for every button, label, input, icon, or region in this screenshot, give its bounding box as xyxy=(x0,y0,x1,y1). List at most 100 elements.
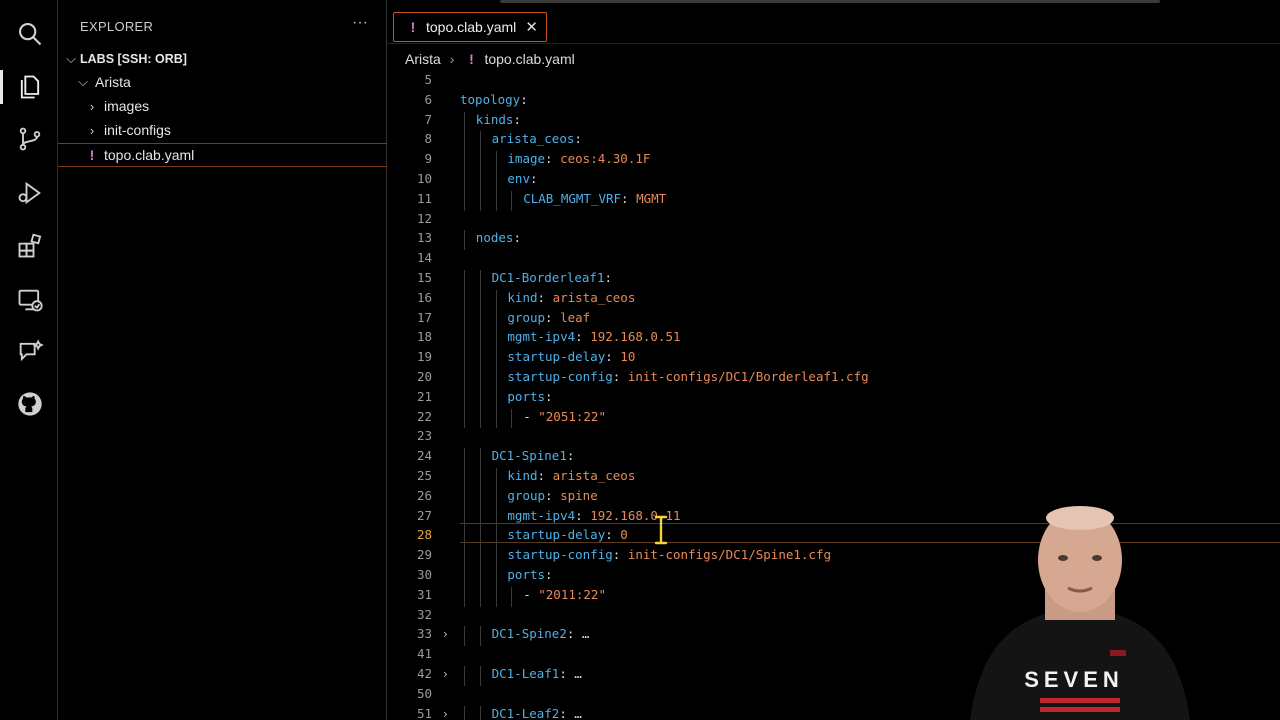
breadcrumb-folder[interactable]: Arista xyxy=(405,51,441,67)
code-line: kinds: xyxy=(476,112,521,127)
chevron-down-icon: ⌵ xyxy=(66,51,76,66)
yaml-key: kind xyxy=(507,468,538,483)
indent-guide xyxy=(464,408,465,429)
search-icon[interactable] xyxy=(13,17,47,51)
indent-guide xyxy=(479,309,481,330)
indent-guide xyxy=(464,270,465,290)
indent-guide xyxy=(464,309,465,330)
indent-guide xyxy=(479,349,481,369)
line-number: 29 xyxy=(416,547,432,563)
indent-guide xyxy=(479,408,481,429)
yaml-file-icon: ! xyxy=(89,147,95,163)
tab-topo-clab-yaml[interactable]: ! topo.clab.yaml ✕ xyxy=(393,12,547,42)
folder-label: init-configs xyxy=(104,122,171,138)
breadcrumb-file[interactable]: topo.clab.yaml xyxy=(484,51,574,67)
yaml-punct: : xyxy=(545,567,553,582)
indent-guide xyxy=(479,487,481,508)
line-number: 30 xyxy=(416,567,432,582)
remote-explorer-icon[interactable] xyxy=(13,283,47,317)
indent-guide xyxy=(464,349,465,369)
yaml-key: DC1-Borderleaf1 xyxy=(491,270,605,285)
yaml-value: init-configs/DC1/Spine1.cfg xyxy=(627,547,832,563)
line-number: 15 xyxy=(416,270,432,285)
code-line: DC1-Leaf2: … xyxy=(492,706,582,720)
indent-guide xyxy=(479,151,481,171)
explorer-title: EXPLORER xyxy=(80,19,154,34)
run-debug-icon[interactable] xyxy=(13,176,47,210)
line-number: 31 xyxy=(416,586,432,602)
indent-guide xyxy=(495,388,497,409)
folder-init-configs[interactable]: › init-configs xyxy=(58,118,387,142)
yaml-punct: : xyxy=(545,388,553,404)
line-number: 11 xyxy=(416,190,432,206)
indent-guide xyxy=(495,329,497,350)
file-topo-clab-yaml[interactable]: ! topo.clab.yaml xyxy=(58,143,387,167)
yaml-punct: : xyxy=(612,547,628,563)
yaml-value: 0 xyxy=(620,527,628,543)
folder-images[interactable]: › images xyxy=(58,94,387,118)
line-number: 6 xyxy=(424,91,432,107)
chat-sparkle-icon[interactable] xyxy=(13,335,47,369)
yaml-key: group xyxy=(507,309,546,325)
breadcrumb-separator: › xyxy=(449,51,455,67)
code-line: nodes: xyxy=(476,230,521,245)
indent-guide xyxy=(479,388,481,409)
yaml-punct: : xyxy=(575,507,591,523)
code-line: group: spine xyxy=(507,488,597,503)
line-number: 14 xyxy=(416,250,432,266)
line-number: 33 xyxy=(416,626,432,642)
indent-guide xyxy=(511,190,513,211)
line-number: 42 xyxy=(416,666,432,681)
yaml-key: startup-delay xyxy=(507,349,606,365)
indent-guide xyxy=(464,329,465,350)
text-cursor-icon xyxy=(654,515,668,545)
folder-arista[interactable]: ⌵ Arista xyxy=(58,70,387,94)
line-number: 16 xyxy=(416,289,432,305)
yaml-punct: : xyxy=(529,171,538,186)
fold-chevron-icon[interactable]: › xyxy=(443,707,448,720)
yaml-punct: : xyxy=(545,309,561,325)
indent-guide xyxy=(464,230,465,251)
chevron-right-icon: › xyxy=(89,98,95,114)
indent-guide xyxy=(511,586,513,607)
yaml-punct: : xyxy=(621,190,637,206)
line-number: 7 xyxy=(424,111,432,127)
shirt-text: SEVEN xyxy=(1024,667,1124,692)
breadcrumb: Arista › ! topo.clab.yaml xyxy=(387,46,1280,72)
indent-guide xyxy=(479,448,481,468)
yaml-punct: : xyxy=(545,151,561,167)
fold-chevron-icon[interactable]: › xyxy=(443,667,448,681)
more-actions-icon[interactable]: ··· xyxy=(352,14,368,32)
code-line: group: leaf xyxy=(507,310,590,325)
indent-guide xyxy=(495,349,497,369)
yaml-value: "2051:22" xyxy=(538,408,606,424)
indent-guide xyxy=(464,111,465,132)
code-line: DC1-Spine2: … xyxy=(492,626,590,641)
indent-guide xyxy=(464,527,465,548)
yaml-key: env xyxy=(507,171,530,186)
line-number: 21 xyxy=(416,388,432,404)
source-control-icon[interactable] xyxy=(13,122,47,156)
yaml-punct: : xyxy=(604,270,613,285)
yaml-key: kind xyxy=(507,289,538,305)
fold-chevron-icon[interactable]: › xyxy=(443,627,448,641)
folded-ellipsis[interactable]: … xyxy=(574,626,590,641)
folded-ellipsis[interactable]: … xyxy=(567,666,582,681)
indent-guide xyxy=(464,705,465,720)
indent-guide xyxy=(479,666,481,686)
yaml-value: "2011:22" xyxy=(538,586,606,602)
yaml-dash: - xyxy=(523,586,539,602)
indent-guide xyxy=(464,171,465,191)
workspace-root[interactable]: ⌵ LABS [SSH: ORB] xyxy=(58,47,387,71)
folded-ellipsis[interactable]: … xyxy=(567,706,582,720)
yaml-value: ceos:4.30.1F xyxy=(560,151,651,167)
indent-guide xyxy=(479,527,481,548)
code-line: DC1-Leaf1: … xyxy=(492,666,582,681)
code-line: topology: xyxy=(460,92,528,107)
close-icon[interactable]: ✕ xyxy=(525,18,538,36)
extensions-icon[interactable] xyxy=(13,229,47,263)
chevron-down-icon: ⌵ xyxy=(78,74,88,89)
line-number: 9 xyxy=(424,151,432,167)
explorer-files-icon[interactable] xyxy=(0,70,47,104)
github-icon[interactable] xyxy=(13,387,47,421)
